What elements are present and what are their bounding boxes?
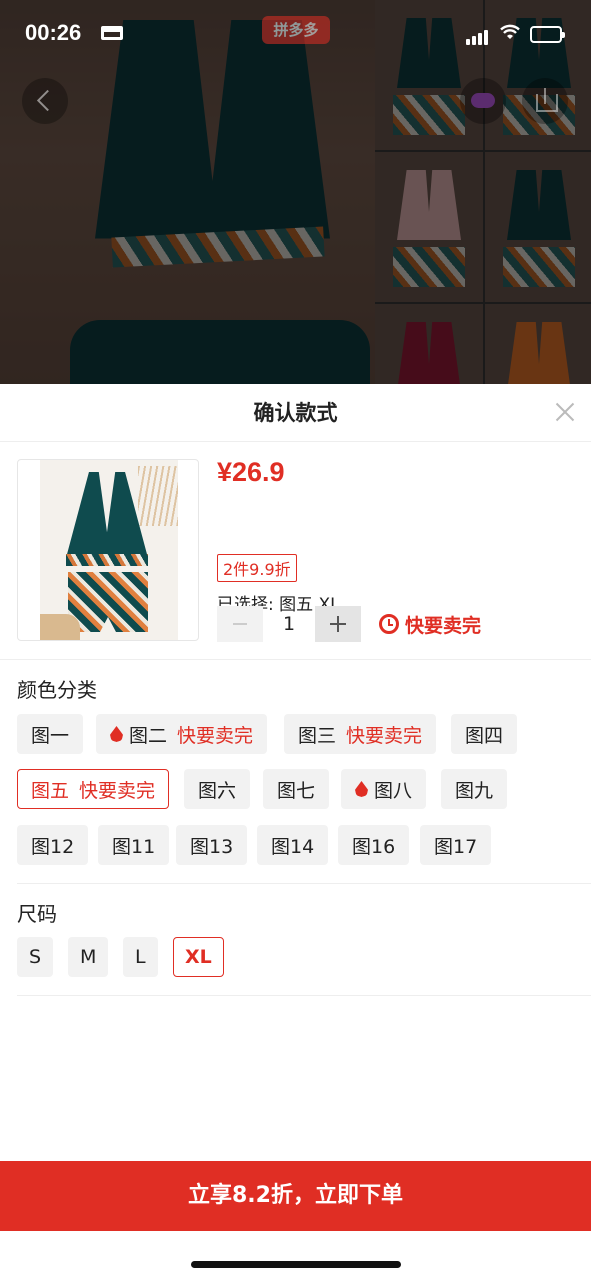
battery-icon bbox=[530, 26, 565, 43]
color-option[interactable]: 图四 bbox=[451, 714, 518, 754]
color-option-label: 图六 bbox=[198, 779, 237, 802]
quantity-value: 1 bbox=[282, 613, 296, 635]
size-section-title: 尺码 bbox=[17, 902, 57, 926]
color-option[interactable]: 图八 bbox=[341, 769, 427, 809]
color-option-label: 图三 bbox=[298, 724, 337, 747]
sheet-header: 确认款式 bbox=[0, 384, 591, 442]
sheet-title: 确认款式 bbox=[253, 401, 338, 425]
back-button[interactable] bbox=[22, 78, 68, 124]
color-option-label: 图九 bbox=[455, 779, 494, 802]
color-option-label: 图四 bbox=[465, 724, 504, 747]
selling-out-tag: 快要卖完 bbox=[346, 724, 423, 747]
buy-now-button[interactable]: 立享8.2折，立即下单 bbox=[0, 1161, 591, 1231]
color-option[interactable]: 图12 bbox=[17, 825, 89, 865]
home-indicator bbox=[191, 1261, 401, 1268]
fire-icon bbox=[110, 726, 123, 742]
cellular-signal-icon bbox=[466, 26, 490, 45]
fire-icon bbox=[355, 781, 368, 797]
color-option[interactable]: 图六 bbox=[184, 769, 251, 809]
status-bar: 00:26 bbox=[0, 0, 591, 70]
selling-out-text: 快要卖完 bbox=[405, 614, 482, 637]
color-option-label: 图13 bbox=[190, 835, 234, 858]
subscription-icon[interactable] bbox=[460, 78, 506, 124]
color-option[interactable]: 图二 快要卖完 bbox=[96, 714, 268, 754]
size-option[interactable]: XL bbox=[173, 937, 224, 977]
quantity-stepper: 1 快要卖完 bbox=[217, 606, 481, 642]
color-option[interactable]: 图17 bbox=[420, 825, 492, 865]
size-option[interactable]: M bbox=[68, 937, 109, 977]
color-option-label: 图五 bbox=[31, 779, 70, 802]
selling-out-tag: 快要卖完 bbox=[79, 779, 156, 802]
variant-selection-sheet: 确认款式 ¥26.9 2件9.9折 已选择: 图五 XL 1 快要卖完 颜色分类… bbox=[0, 384, 591, 1280]
color-option-label: 图七 bbox=[277, 779, 316, 802]
size-option[interactable]: S bbox=[17, 937, 54, 977]
color-option-label: 图一 bbox=[31, 724, 70, 747]
color-option[interactable]: 图一 bbox=[17, 714, 84, 754]
wifi-icon bbox=[500, 24, 520, 39]
color-option[interactable]: 图五 快要卖完 bbox=[17, 769, 170, 809]
color-option[interactable]: 图16 bbox=[338, 825, 410, 865]
color-option-label: 图11 bbox=[112, 835, 156, 858]
color-section-title: 颜色分类 bbox=[17, 678, 97, 702]
color-option[interactable]: 图14 bbox=[257, 825, 329, 865]
size-option[interactable]: L bbox=[123, 937, 158, 977]
color-option[interactable]: 图九 bbox=[441, 769, 508, 809]
color-option-label: 图17 bbox=[434, 835, 478, 858]
share-icon[interactable] bbox=[522, 78, 568, 124]
close-icon[interactable] bbox=[553, 400, 577, 424]
color-option-label: 图八 bbox=[374, 779, 413, 802]
color-option-label: 图14 bbox=[271, 835, 315, 858]
increase-quantity-button[interactable] bbox=[315, 606, 361, 642]
color-option[interactable]: 图三 快要卖完 bbox=[284, 714, 437, 754]
selling-out-label: 快要卖完 bbox=[379, 611, 481, 638]
sleep-mode-icon bbox=[101, 26, 123, 40]
divider bbox=[0, 659, 591, 660]
color-option-label: 图12 bbox=[31, 835, 75, 858]
color-option[interactable]: 图七 bbox=[263, 769, 330, 809]
discount-badge: 2件9.9折 bbox=[217, 554, 297, 582]
divider bbox=[17, 883, 591, 884]
selling-out-tag: 快要卖完 bbox=[177, 724, 254, 747]
divider bbox=[17, 995, 591, 996]
status-time: 00:26 bbox=[25, 20, 82, 45]
product-thumbnail[interactable] bbox=[17, 459, 199, 641]
decrease-quantity-button[interactable] bbox=[217, 606, 263, 642]
product-price: ¥26.9 bbox=[217, 457, 285, 487]
color-option-label: 图16 bbox=[352, 835, 396, 858]
color-option[interactable]: 图13 bbox=[176, 825, 248, 865]
color-option-label: 图二 bbox=[129, 724, 168, 747]
alarm-clock-icon bbox=[379, 614, 399, 634]
color-option[interactable]: 图11 bbox=[98, 825, 170, 865]
